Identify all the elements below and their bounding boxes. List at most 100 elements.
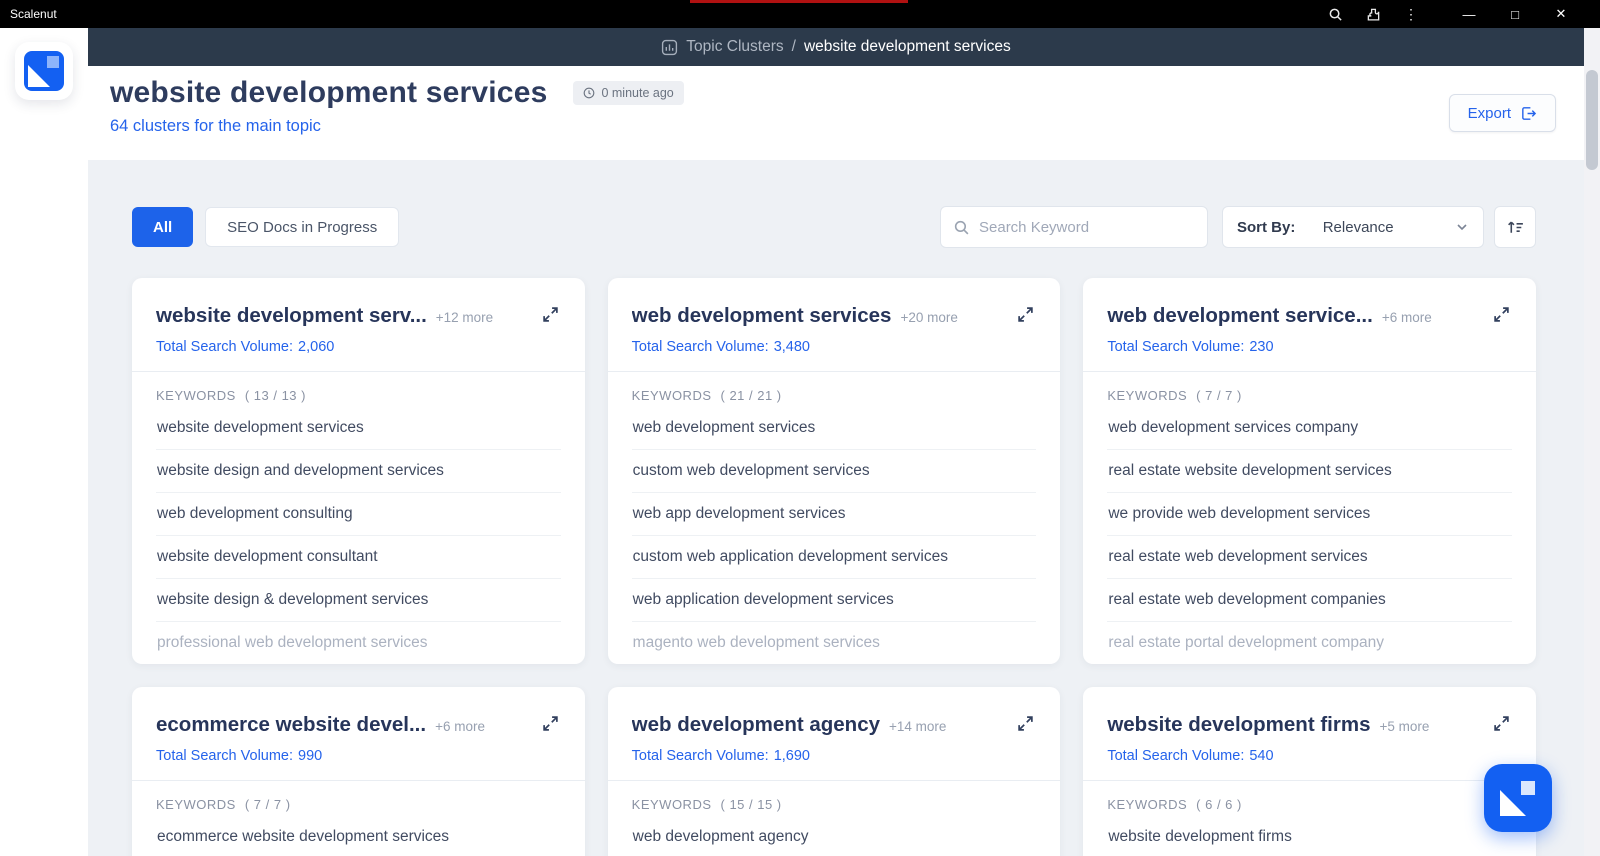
total-search-volume: Total Search Volume: 230 <box>1107 339 1512 355</box>
cluster-count-link[interactable]: 64 clusters for the main topic <box>88 110 1584 136</box>
sort-order-button[interactable] <box>1494 206 1536 248</box>
keyword-item[interactable]: website development services <box>156 407 561 450</box>
scalenut-logo[interactable] <box>15 42 73 100</box>
keyword-list: web development services custom web devel… <box>631 407 1037 664</box>
kebab-menu-icon[interactable]: ⋮ <box>1392 0 1430 28</box>
card-body: KEYWORDS ( 6 / 6 ) website development f… <box>1083 781 1536 856</box>
keyword-item[interactable]: website design & development services <box>156 579 561 622</box>
keywords-count: ( 7 / 7 ) <box>1196 388 1242 403</box>
tab-seo-docs-in-progress[interactable]: SEO Docs in Progress <box>205 207 400 247</box>
keyword-item[interactable]: web development consulting <box>156 493 561 536</box>
cluster-card: web development service... +6 more Total… <box>1083 278 1536 664</box>
search-keyword-input[interactable] <box>979 218 1195 236</box>
keyword-item[interactable]: real estate web development services <box>1107 536 1512 579</box>
sort-by-label: Sort By: <box>1237 218 1296 236</box>
keyword-item[interactable]: custom web application development servi… <box>631 536 1037 579</box>
sort-by-value: Relevance <box>1322 218 1394 236</box>
volume-value: 230 <box>1249 339 1274 355</box>
close-button[interactable]: ✕ <box>1538 0 1584 28</box>
keyword-item[interactable]: website development firms <box>1107 816 1512 856</box>
cluster-card: website development serv... +12 more Tot… <box>132 278 585 664</box>
expand-icon <box>542 307 558 322</box>
cluster-card: website development firms +5 more Total … <box>1083 687 1536 856</box>
tab-all[interactable]: All <box>132 207 194 247</box>
volume-label: Total Search Volume: <box>156 748 294 764</box>
more-keywords-count: +20 more <box>900 310 958 325</box>
breadcrumb-separator: / <box>791 38 796 55</box>
export-icon <box>1522 106 1537 120</box>
cluster-title: website development serv... <box>156 304 427 327</box>
page-header: website development services 0 minute ag… <box>88 66 1584 160</box>
window-buttons: — □ ✕ <box>1446 0 1584 28</box>
keywords-label: KEYWORDS <box>156 797 236 812</box>
cluster-title: web development service... <box>1107 304 1373 327</box>
keyword-item[interactable]: real estate website development services <box>1107 450 1512 493</box>
cluster-card: web development agency +14 more Total Se… <box>607 687 1061 856</box>
expand-card-button[interactable] <box>1491 713 1512 737</box>
keyword-item[interactable]: web development services <box>631 407 1037 450</box>
vertical-scrollbar[interactable] <box>1584 28 1600 856</box>
more-keywords-count: +6 more <box>1381 310 1432 325</box>
expand-card-button[interactable] <box>540 304 561 328</box>
search-icon <box>954 220 969 234</box>
extensions-icon[interactable] <box>1354 0 1392 28</box>
keyword-list: ecommerce website development services <box>156 816 561 856</box>
total-search-volume: Total Search Volume: 540 <box>1107 748 1512 764</box>
keyword-list: website development services website desi… <box>156 407 561 664</box>
keyword-item[interactable]: web development services company <box>1107 407 1512 450</box>
total-search-volume: Total Search Volume: 2,060 <box>156 339 561 355</box>
keyword-item[interactable]: custom web development services <box>631 450 1037 493</box>
card-header: ecommerce website devel... +6 more Total… <box>132 687 585 781</box>
sort-by-dropdown[interactable]: Sort By: Relevance <box>1222 206 1484 248</box>
tab-loading-indicator <box>690 0 908 3</box>
keyword-item[interactable]: web application development services <box>631 579 1037 622</box>
keywords-header: KEYWORDS ( 15 / 15 ) <box>632 797 1037 812</box>
volume-label: Total Search Volume: <box>1107 748 1245 764</box>
keyword-item[interactable]: website design and development services <box>156 450 561 493</box>
keywords-count: ( 6 / 6 ) <box>1196 797 1242 812</box>
keyword-item[interactable]: magento web development services <box>632 622 1037 664</box>
total-search-volume: Total Search Volume: 990 <box>156 748 561 764</box>
scrollbar-thumb[interactable] <box>1586 70 1598 170</box>
keyword-list: web development services company real est… <box>1107 407 1512 664</box>
keyword-item[interactable]: real estate web development companies <box>1107 579 1512 622</box>
expand-card-button[interactable] <box>540 713 561 737</box>
card-body: KEYWORDS ( 15 / 15 ) web development age… <box>608 781 1061 856</box>
chat-launcher-button[interactable] <box>1484 764 1552 832</box>
expand-card-button[interactable] <box>1015 713 1036 737</box>
more-keywords-count: +5 more <box>1379 719 1430 734</box>
minimize-button[interactable]: — <box>1446 0 1492 28</box>
card-body: KEYWORDS ( 13 / 13 ) website development… <box>132 372 585 664</box>
volume-label: Total Search Volume: <box>1107 339 1245 355</box>
keyword-item[interactable]: ecommerce website development services <box>156 816 561 856</box>
keyword-list: web development agency <box>632 816 1037 856</box>
maximize-button[interactable]: □ <box>1492 0 1538 28</box>
keyword-item[interactable]: professional web development services <box>156 622 561 664</box>
keywords-label: KEYWORDS <box>1107 388 1188 403</box>
window-title: Scalenut <box>10 7 57 21</box>
cluster-toolbar: All SEO Docs in Progress Sort By: Releva… <box>132 206 1536 248</box>
volume-value: 2,060 <box>298 339 335 355</box>
keyword-item[interactable]: web development agency <box>632 816 1037 856</box>
keywords-header: KEYWORDS ( 13 / 13 ) <box>156 388 561 403</box>
keywords-header: KEYWORDS ( 6 / 6 ) <box>1107 797 1512 812</box>
keywords-label: KEYWORDS <box>631 388 712 403</box>
expand-icon <box>542 716 558 731</box>
chevron-down-icon <box>1455 220 1469 234</box>
keyword-item[interactable]: website development consultant <box>156 536 561 579</box>
volume-label: Total Search Volume: <box>631 748 769 764</box>
expand-card-button[interactable] <box>1491 304 1512 328</box>
keywords-label: KEYWORDS <box>156 388 236 403</box>
window-titlebar: Scalenut ⋮ — □ ✕ <box>0 0 1600 28</box>
search-icon[interactable] <box>1316 0 1354 28</box>
keywords-label: KEYWORDS <box>631 797 712 812</box>
keywords-count: ( 21 / 21 ) <box>720 388 782 403</box>
expand-card-button[interactable] <box>1015 304 1036 328</box>
export-button[interactable]: Export <box>1448 94 1556 132</box>
keyword-item[interactable]: real estate portal development company <box>1107 622 1512 664</box>
volume-value: 540 <box>1249 748 1274 764</box>
keyword-item[interactable]: web app development services <box>631 493 1037 536</box>
page-title: website development services <box>110 76 548 109</box>
breadcrumb-topic-clusters[interactable]: Topic Clusters <box>686 38 783 56</box>
keyword-item[interactable]: we provide web development services <box>1107 493 1512 536</box>
